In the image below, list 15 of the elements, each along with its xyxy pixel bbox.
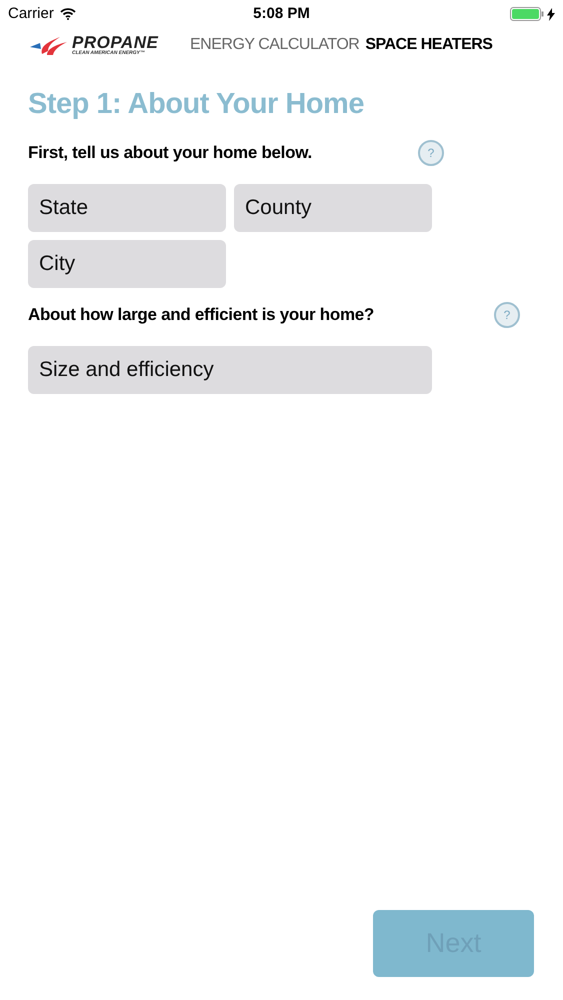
carrier-name: Carrier [8, 4, 54, 24]
wifi-icon [60, 8, 76, 20]
step-title: Step 1: About Your Home [28, 87, 364, 122]
app-subtitle: SPACE HEATERS [365, 35, 492, 55]
question-text: About how large and efficient is your home? [28, 304, 374, 326]
battery-icon [510, 7, 544, 21]
status-time: 5:08 PM [253, 4, 310, 24]
help-button[interactable]: ? [418, 140, 444, 166]
help-button[interactable]: ? [494, 302, 520, 328]
app-title: ENERGY CALCULATOR [190, 35, 360, 55]
select-field[interactable]: Size and efficiency [28, 346, 432, 394]
select-field[interactable]: City [28, 240, 226, 288]
select-field[interactable]: State [28, 184, 226, 232]
select-field[interactable]: County [234, 184, 432, 232]
question-text: First, tell us about your home below. [28, 142, 312, 164]
